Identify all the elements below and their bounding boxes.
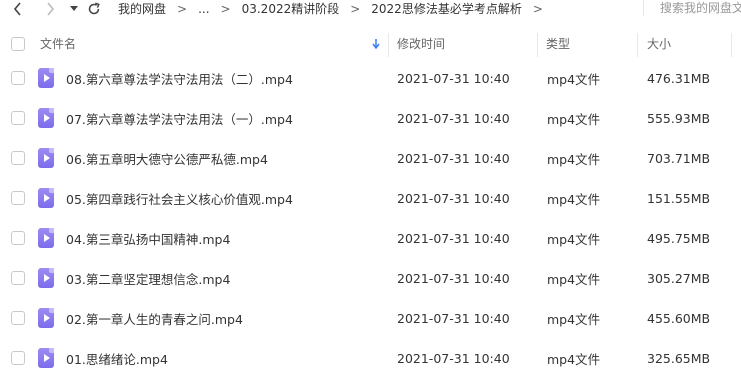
select-all-cell [11,25,25,62]
video-file-icon [38,348,54,368]
column-divider[interactable] [731,33,732,57]
forward-button[interactable] [42,0,58,17]
column-size-label: 大小 [647,37,672,51]
file-row[interactable]: 01.思绪绪论.mp4 2021-07-31 10:40 mp4文件 325.6… [0,338,741,378]
column-header-name[interactable]: 文件名 [40,25,385,62]
row-checkbox[interactable] [11,111,25,125]
file-name[interactable]: 03.第二章坚定理想信念.mp4 [66,258,230,298]
file-modified: 2021-07-31 10:40 [397,310,510,326]
file-modified: 2021-07-31 10:40 [397,230,510,246]
file-row[interactable]: 06.第五章明大德守公德严私德.mp4 2021-07-31 10:40 mp4… [0,138,741,178]
column-header-modified[interactable]: 修改时间 [397,25,445,62]
breadcrumb-item-folder[interactable]: 03.2022精讲阶段 [242,0,340,17]
row-checkbox[interactable] [11,191,25,205]
file-modified: 2021-07-31 10:40 [397,150,510,166]
row-checkbox[interactable] [11,71,25,85]
video-file-icon [38,268,54,288]
file-size: 151.55MB [647,190,711,206]
file-modified: 2021-07-31 10:40 [397,350,510,366]
breadcrumb: 我的网盘 > ... > 03.2022精讲阶段 > 2022思修法基必学考点解… [118,0,554,17]
file-type: mp4文件 [547,351,601,367]
breadcrumb-separator: > [177,1,188,16]
column-header-type[interactable]: 类型 [546,25,570,62]
toolbar: 我的网盘 > ... > 03.2022精讲阶段 > 2022思修法基必学考点解… [0,0,741,17]
file-list-header: 文件名 修改时间 类型 大小 [0,25,741,62]
column-divider[interactable] [388,33,389,57]
video-file-icon [38,68,54,88]
row-checkbox[interactable] [11,351,25,365]
column-name-label: 文件名 [40,37,77,51]
video-file-icon [38,228,54,248]
breadcrumb-item-ellipsis[interactable]: ... [198,2,209,16]
back-button[interactable] [10,0,26,17]
video-file-icon [38,108,54,128]
file-size: 703.71MB [647,150,711,166]
file-name[interactable]: 04.第三章弘扬中国精神.mp4 [66,218,230,258]
column-divider[interactable] [637,33,638,57]
row-checkbox[interactable] [11,271,25,285]
row-checkbox[interactable] [11,231,25,245]
video-file-icon [38,148,54,168]
file-modified: 2021-07-31 10:40 [397,190,510,206]
file-type: mp4文件 [547,71,601,87]
breadcrumb-item-home[interactable]: 我的网盘 [118,0,166,17]
breadcrumb-separator: > [532,1,543,16]
select-all-checkbox[interactable] [11,36,25,51]
file-name[interactable]: 01.思绪绪论.mp4 [66,338,168,378]
file-name[interactable]: 08.第六章尊法学法守法用法（二）.mp4 [66,58,293,98]
caret-down-icon [70,5,78,11]
file-row[interactable]: 03.第二章坚定理想信念.mp4 2021-07-31 10:40 mp4文件 … [0,258,741,298]
file-size: 495.75MB [647,230,711,246]
file-type: mp4文件 [547,111,601,127]
file-row[interactable]: 08.第六章尊法学法守法用法（二）.mp4 2021-07-31 10:40 m… [0,58,741,98]
file-name[interactable]: 07.第六章尊法学法守法用法（一）.mp4 [66,98,293,138]
row-checkbox[interactable] [11,151,25,165]
file-size: 305.27MB [647,270,711,286]
file-modified: 2021-07-31 10:40 [397,270,510,286]
chevron-left-icon [13,1,21,16]
sort-arrow-icon[interactable] [372,25,380,62]
video-file-icon [38,188,54,208]
file-type: mp4文件 [547,231,601,247]
file-size: 455.60MB [647,310,711,326]
history-dropdown[interactable] [68,0,80,17]
refresh-icon [88,1,100,14]
file-size: 325.65MB [647,350,711,366]
file-row[interactable]: 02.第一章人生的青春之问.mp4 2021-07-31 10:40 mp4文件… [0,298,741,338]
file-size: 555.93MB [647,110,711,126]
breadcrumb-item-current[interactable]: 2022思修法基必学考点解析 [371,0,522,17]
file-name[interactable]: 06.第五章明大德守公德严私德.mp4 [66,138,268,178]
file-type: mp4文件 [547,151,601,167]
column-modified-label: 修改时间 [397,37,446,51]
file-modified: 2021-07-31 10:40 [397,70,510,86]
breadcrumb-separator: > [220,1,231,16]
file-name[interactable]: 05.第四章践行社会主义核心价值观.mp4 [66,178,293,218]
file-type: mp4文件 [547,191,601,207]
column-type-label: 类型 [546,37,571,51]
refresh-button[interactable] [86,0,102,17]
file-type: mp4文件 [547,271,601,287]
column-header-size[interactable]: 大小 [647,25,671,62]
chevron-right-icon [47,1,55,16]
file-name[interactable]: 02.第一章人生的青春之问.mp4 [66,298,243,338]
file-row[interactable]: 05.第四章践行社会主义核心价值观.mp4 2021-07-31 10:40 m… [0,178,741,218]
file-row[interactable]: 07.第六章尊法学法守法用法（一）.mp4 2021-07-31 10:40 m… [0,98,741,138]
row-checkbox[interactable] [11,311,25,325]
file-modified: 2021-07-31 10:40 [397,110,510,126]
video-file-icon [38,308,54,328]
column-divider[interactable] [537,33,538,57]
breadcrumb-separator: > [350,1,361,16]
file-type: mp4文件 [547,311,601,327]
file-row[interactable]: 04.第三章弘扬中国精神.mp4 2021-07-31 10:40 mp4文件 … [0,218,741,258]
search-input[interactable]: 搜索我的网盘文 [643,0,741,16]
file-size: 476.31MB [647,70,711,86]
